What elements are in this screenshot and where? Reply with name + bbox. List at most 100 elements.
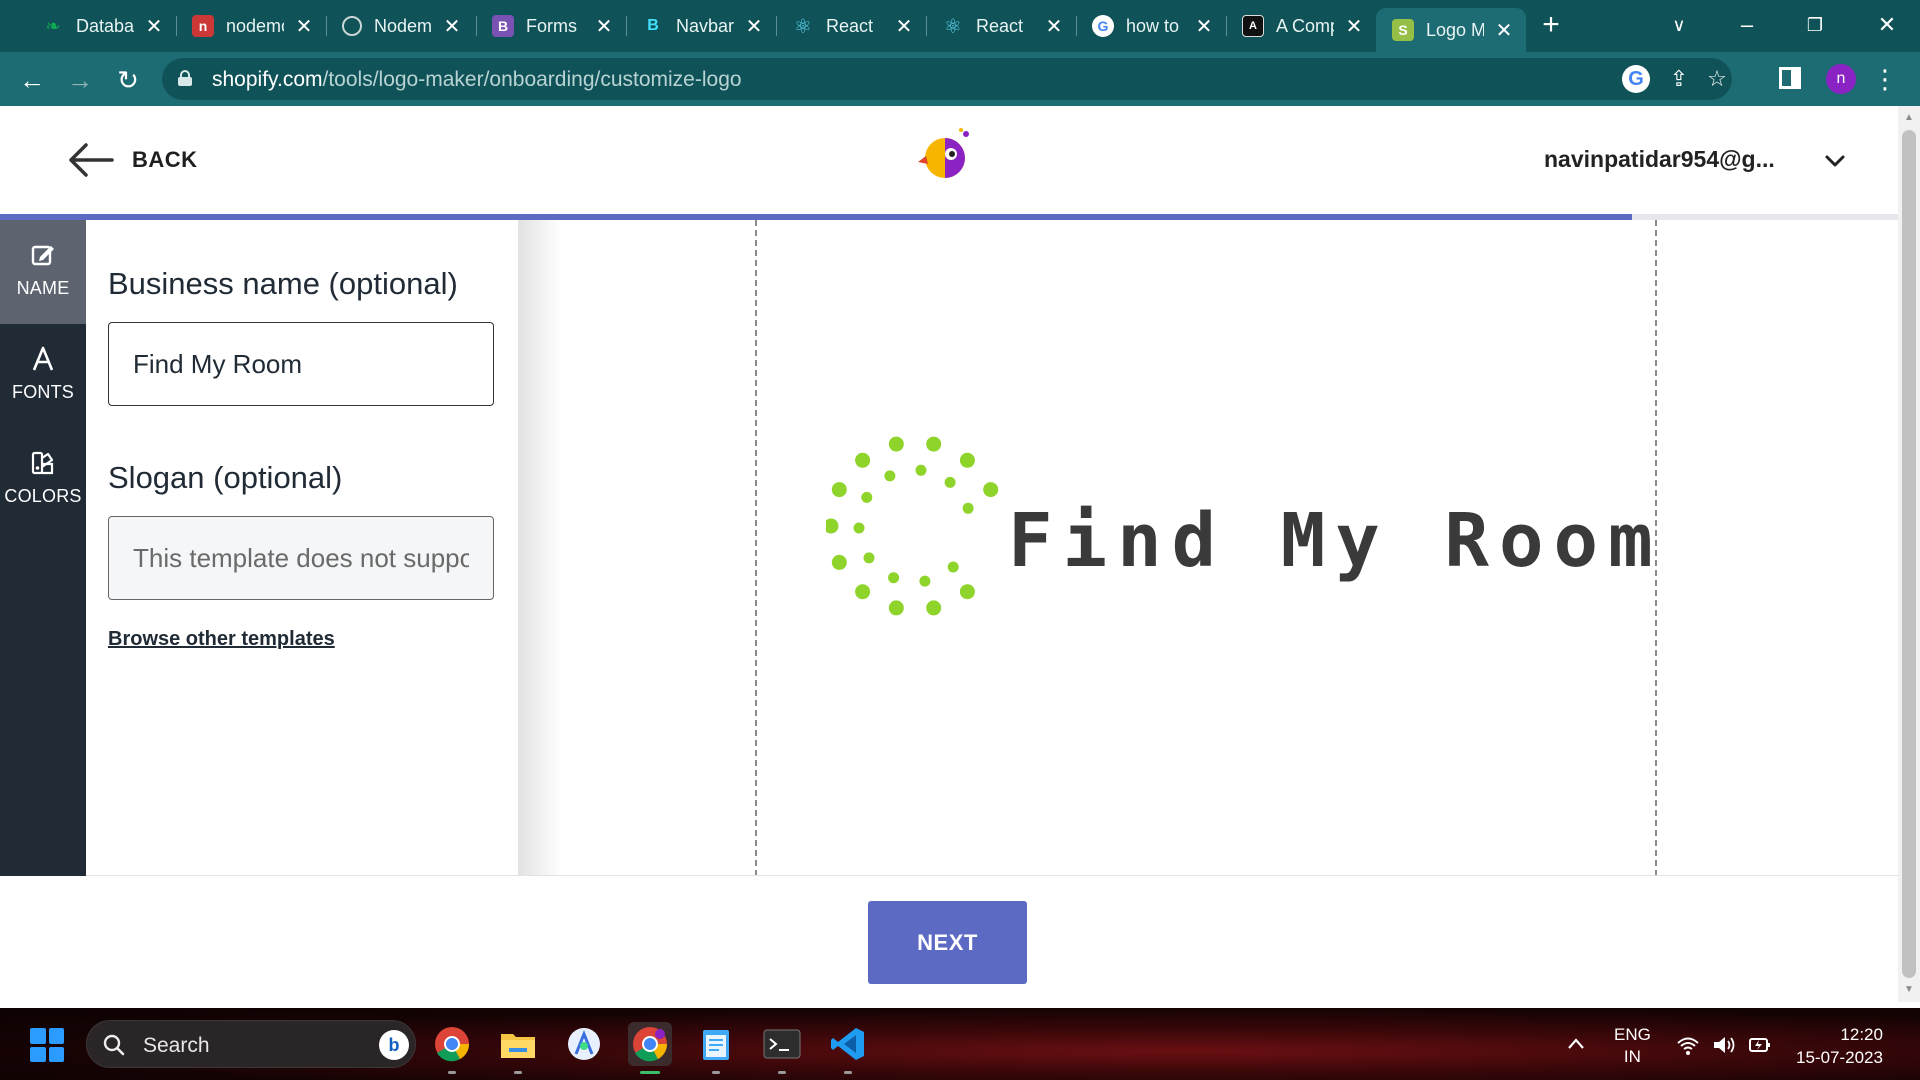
rail-item-fonts[interactable]: FONTS (0, 324, 86, 428)
page-scrollbar[interactable]: ▲ ▼ (1898, 106, 1920, 1002)
address-bar[interactable]: shopify.com/tools/logo-maker/onboarding/… (162, 58, 1732, 100)
close-icon[interactable]: ✕ (442, 14, 462, 39)
scroll-down-icon[interactable]: ▼ (1903, 984, 1915, 996)
file-explorer-icon[interactable] (496, 1022, 540, 1074)
close-icon[interactable]: ✕ (1344, 14, 1364, 39)
rail-item-name[interactable]: NAME (0, 220, 86, 324)
logo-dot (962, 502, 974, 514)
notepad-icon[interactable] (694, 1022, 738, 1074)
close-icon[interactable]: ✕ (1044, 14, 1064, 39)
logo-dot (855, 452, 871, 468)
bookmark-star-icon[interactable]: ☆ (1700, 62, 1734, 96)
browse-templates-link[interactable]: Browse other templates (108, 628, 335, 651)
google-icon: G (1092, 15, 1114, 37)
tab-nodemon[interactable]: n nodemon ✕ (176, 8, 327, 44)
close-icon[interactable]: ✕ (744, 14, 764, 39)
account-email[interactable]: navinpatidar954@g... (1544, 146, 1775, 173)
shopify-icon: S (1392, 19, 1414, 41)
tab-nodemailer[interactable]: Nodemailer ✕ (326, 8, 477, 44)
tab-database[interactable]: ❧ Database ✕ (26, 8, 177, 44)
url-text: shopify.com/tools/logo-maker/onboarding/… (212, 68, 742, 91)
tab-navbar[interactable]: B Navbar ✕ (626, 8, 777, 44)
logo-dot (855, 584, 871, 600)
logo-dot (826, 518, 839, 534)
scrollbar-thumb[interactable] (1902, 130, 1916, 978)
windows-start-icon[interactable] (30, 1028, 64, 1062)
logo-dot (926, 600, 942, 616)
close-icon[interactable]: ✕ (894, 14, 914, 39)
close-icon[interactable]: ✕ (144, 14, 164, 39)
safe-area-guide-left (755, 220, 757, 876)
logo-dot (853, 522, 865, 534)
wifi-icon[interactable] (1676, 1034, 1700, 1056)
logo-preview-canvas: Find My Room (518, 220, 1898, 876)
edit-icon (31, 245, 54, 266)
tab-react-2[interactable]: ⚛ React ✕ (926, 8, 1077, 44)
bootstrap-icon: B (492, 15, 514, 37)
volume-icon[interactable] (1712, 1034, 1736, 1056)
language-indicator[interactable]: ENG IN (1614, 1024, 1651, 1068)
back-button[interactable]: BACK (68, 142, 198, 178)
footer-bar: NEXT (0, 876, 1898, 1002)
browser-tab-bar: ❧ Database ✕ n nodemon ✕ Nodemailer ✕ B … (0, 0, 1920, 52)
reload-button[interactable]: ↻ (110, 62, 146, 98)
bing-icon[interactable]: b (379, 1030, 409, 1060)
minimize-button[interactable]: – (1722, 8, 1772, 42)
close-icon[interactable]: ✕ (594, 14, 614, 39)
next-button[interactable]: NEXT (868, 901, 1027, 984)
chatgpt-icon (342, 16, 362, 36)
angular-devkit-icon: A (1242, 15, 1264, 37)
system-clock[interactable]: 12:20 15-07-2023 (1796, 1023, 1883, 1069)
chrome-icon[interactable] (430, 1022, 474, 1074)
search-icon (103, 1034, 125, 1056)
close-icon[interactable]: ✕ (1194, 14, 1214, 39)
tab-how-to[interactable]: G how to ✕ (1076, 8, 1227, 44)
close-icon[interactable]: ✕ (1494, 18, 1514, 43)
chrome-active-icon[interactable] (628, 1022, 672, 1074)
tab-logo-maker[interactable]: S Logo M ✕ (1376, 8, 1526, 52)
chevron-up-icon[interactable] (1566, 1034, 1586, 1054)
dotted-ring-logo-icon[interactable] (826, 428, 1004, 624)
logo-dot (831, 482, 847, 498)
editor-side-rail: NAME FONTS COLORS (0, 220, 86, 876)
taskbar-search[interactable]: Search b (86, 1020, 416, 1068)
logo-dot (915, 464, 927, 476)
slogan-input[interactable] (108, 516, 494, 600)
tab-react-1[interactable]: ⚛ React ✕ (776, 8, 927, 44)
logo-maker-brand-icon[interactable] (918, 128, 974, 184)
scroll-up-icon[interactable]: ▲ (1903, 112, 1915, 124)
google-lens-icon[interactable]: G (1622, 65, 1650, 93)
logo-dot (959, 584, 975, 600)
logo-dot (884, 470, 896, 482)
terminal-icon[interactable] (760, 1022, 804, 1074)
vscode-icon[interactable] (826, 1022, 870, 1074)
more-menu-icon[interactable]: ⋮ (1872, 62, 1898, 96)
react-icon: ⚛ (944, 15, 962, 38)
logo-wordmark[interactable]: Find My Room (1008, 498, 1663, 584)
restore-button[interactable]: ❐ (1790, 8, 1840, 42)
back-nav-button[interactable]: ← (14, 62, 50, 98)
side-panel-icon[interactable] (1779, 67, 1801, 89)
page-header: BACK navinpatidar954@g... (0, 106, 1898, 216)
close-icon[interactable]: ✕ (294, 14, 314, 39)
window-close-button[interactable]: ✕ (1862, 8, 1912, 42)
logo-dot (888, 436, 904, 452)
tab-forms[interactable]: B Forms ✕ (476, 8, 627, 44)
mongodb-leaf-icon: ❧ (45, 15, 61, 36)
tab-a-comp[interactable]: A A Comp ✕ (1226, 8, 1376, 44)
forward-nav-button[interactable]: → (62, 62, 98, 98)
tab-search-chevron-icon[interactable]: ∨ (1654, 8, 1704, 42)
business-name-input[interactable] (108, 322, 494, 406)
profile-avatar[interactable]: n (1826, 64, 1856, 94)
logo-dot (983, 482, 999, 498)
windows-taskbar: Search b ENG IN 12:20 15-07-2023 (0, 1008, 1920, 1080)
share-icon[interactable]: ⇪ (1662, 62, 1696, 96)
chevron-down-icon[interactable] (1824, 150, 1846, 172)
logo-dot (863, 552, 875, 564)
rail-item-colors[interactable]: COLORS (0, 428, 86, 532)
back-label: BACK (132, 147, 198, 172)
android-studio-icon[interactable] (562, 1022, 606, 1066)
react-icon: ⚛ (794, 15, 812, 38)
new-tab-button[interactable]: + (1536, 10, 1566, 40)
battery-charging-icon[interactable] (1748, 1034, 1772, 1056)
